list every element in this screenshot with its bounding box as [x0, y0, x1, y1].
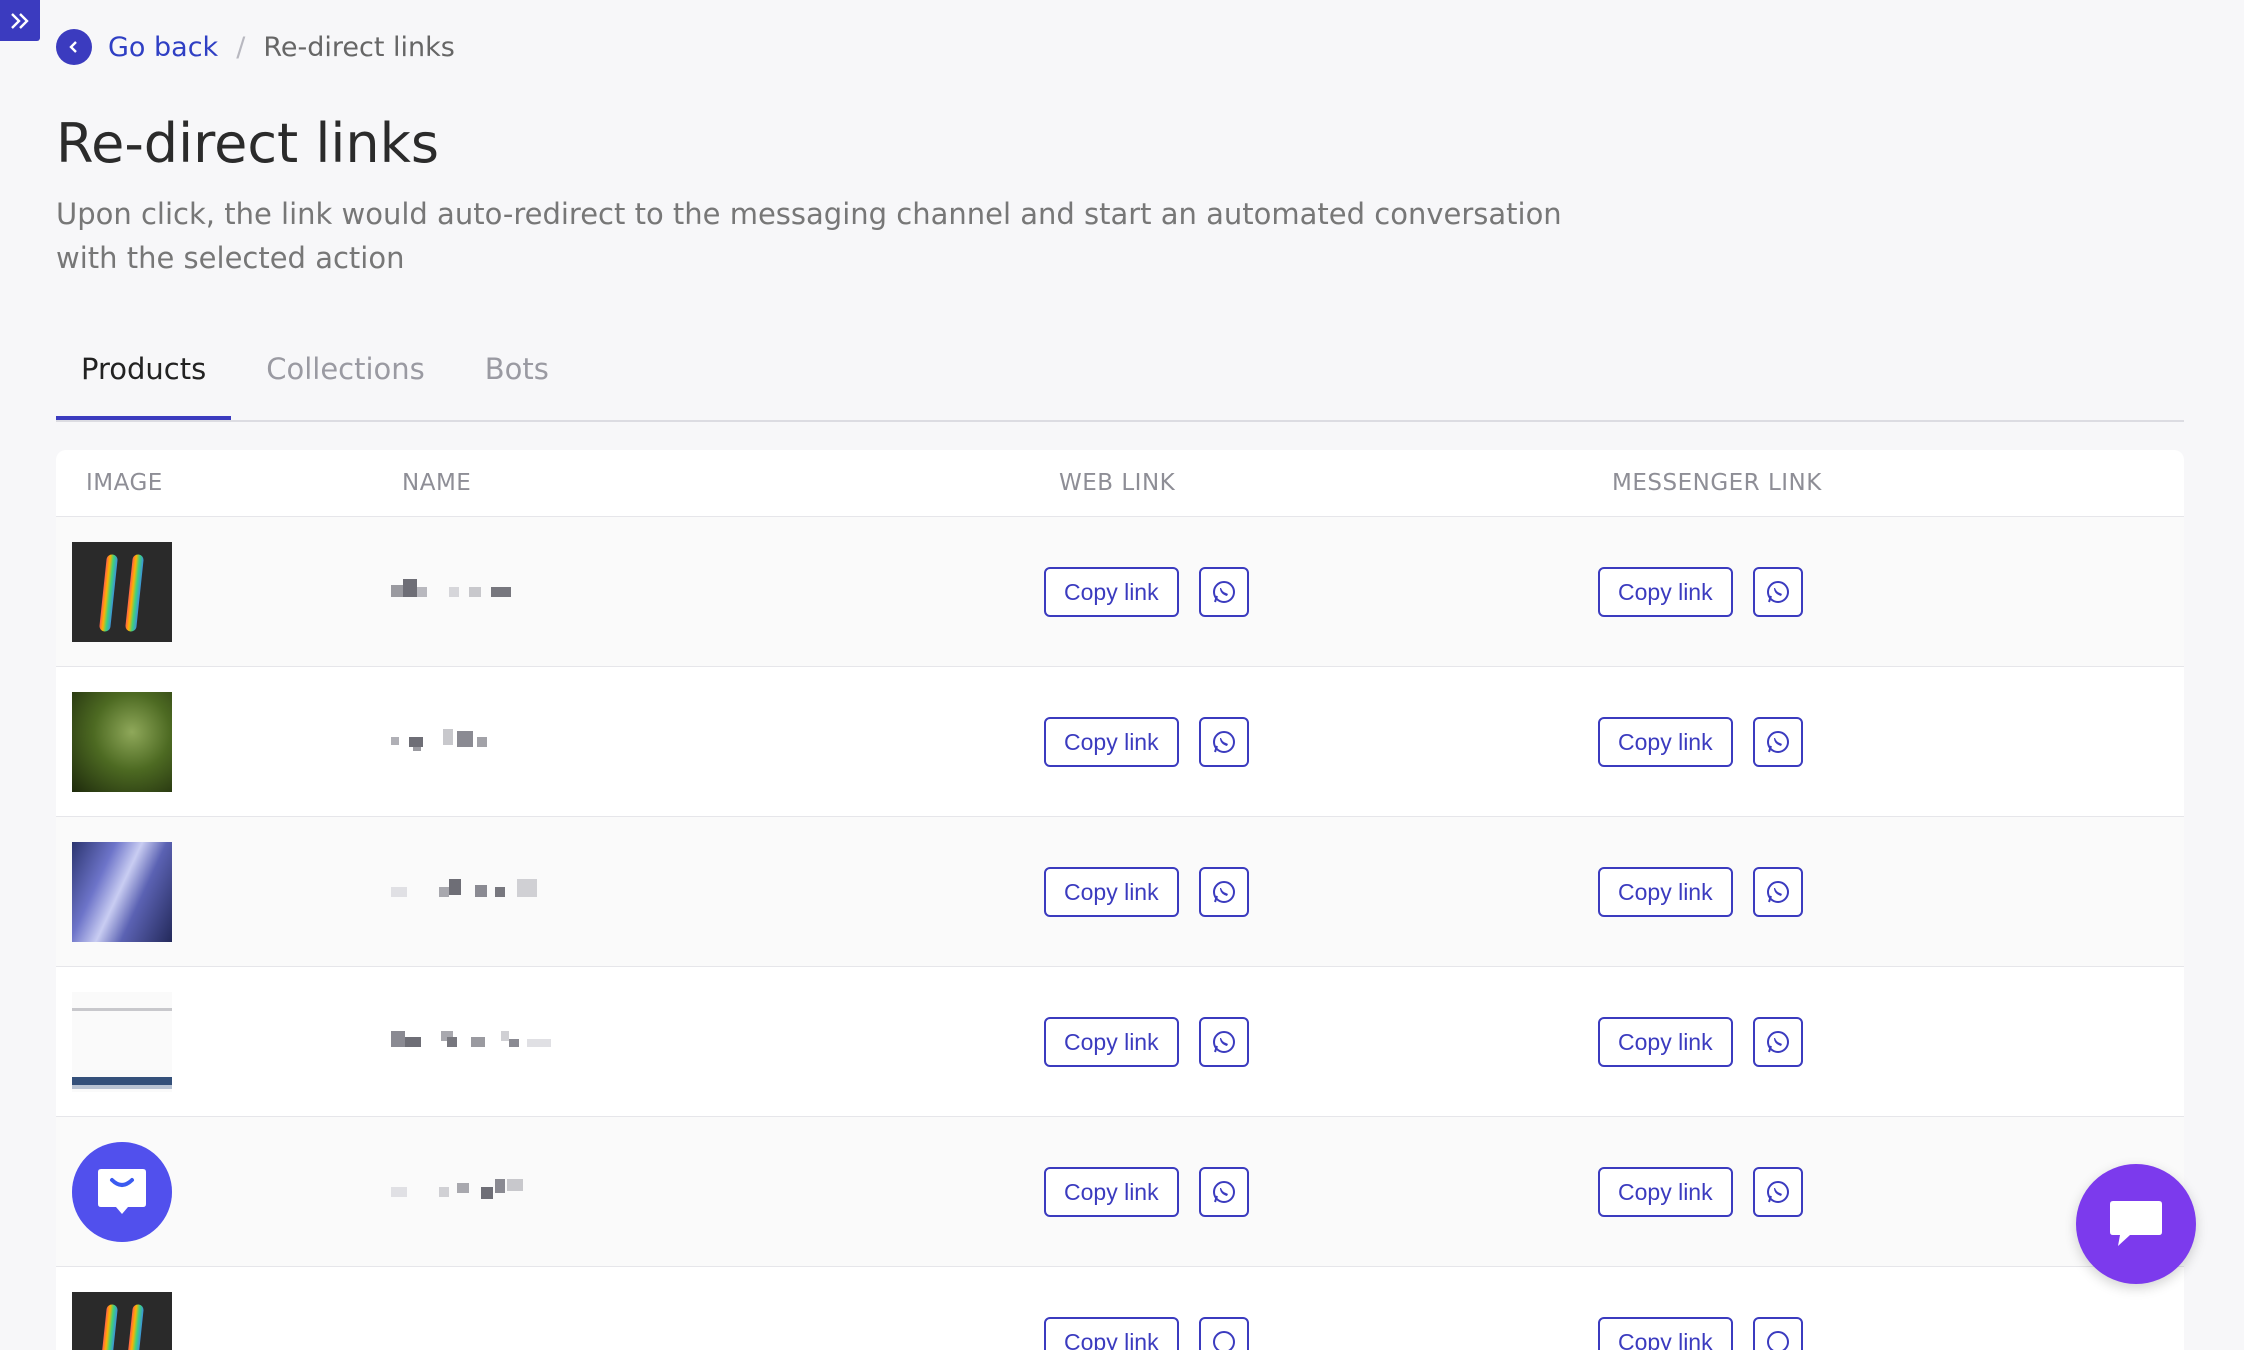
- go-back-link[interactable]: Go back: [108, 32, 218, 63]
- web-copy-link-button[interactable]: Copy link: [1044, 1017, 1179, 1067]
- back-arrow-icon[interactable]: [56, 29, 92, 65]
- breadcrumb: Go back / Re-direct links: [56, 28, 455, 66]
- header-image: IMAGE: [86, 470, 163, 496]
- sidebar-expand-button[interactable]: [0, 0, 40, 41]
- product-name-blurred: [391, 1029, 631, 1051]
- product-name-blurred: [391, 879, 631, 901]
- web-copy-link-button[interactable]: Copy link: [1044, 1317, 1179, 1350]
- messenger-copy-link-button[interactable]: Copy link: [1598, 717, 1733, 767]
- messenger-whatsapp-button[interactable]: [1753, 567, 1803, 617]
- page-title: Re-direct links: [56, 112, 439, 175]
- whatsapp-icon: [1767, 1031, 1789, 1053]
- tab-bar: Products Collections Bots: [56, 340, 2184, 422]
- product-name-blurred: [391, 579, 631, 601]
- product-image: [72, 992, 172, 1092]
- tab-products[interactable]: Products: [56, 340, 232, 420]
- tab-collections[interactable]: Collections: [231, 340, 450, 406]
- product-image: [72, 692, 172, 792]
- product-image: [72, 842, 172, 942]
- products-table: IMAGE NAME WEB LINK MESSENGER LINK Copy …: [56, 450, 2184, 1350]
- web-whatsapp-button[interactable]: [1199, 1167, 1249, 1217]
- messenger-copy-link-button[interactable]: Copy link: [1598, 1317, 1733, 1350]
- messenger-whatsapp-button[interactable]: [1753, 867, 1803, 917]
- web-whatsapp-button[interactable]: [1199, 1317, 1249, 1350]
- web-whatsapp-button[interactable]: [1199, 717, 1249, 767]
- table-row: Copy link Copy link: [56, 967, 2184, 1117]
- messenger-whatsapp-button[interactable]: [1753, 1317, 1803, 1350]
- messenger-copy-link-button[interactable]: Copy link: [1598, 1017, 1733, 1067]
- web-copy-link-button[interactable]: Copy link: [1044, 1167, 1179, 1217]
- chat-launcher-button[interactable]: [2076, 1164, 2196, 1284]
- web-whatsapp-button[interactable]: [1199, 567, 1249, 617]
- table-row: Copy link Copy link: [56, 667, 2184, 817]
- whatsapp-icon: [1213, 731, 1235, 753]
- whatsapp-icon: [1767, 731, 1789, 753]
- web-copy-link-button[interactable]: Copy link: [1044, 567, 1179, 617]
- messenger-copy-link-button[interactable]: Copy link: [1598, 567, 1733, 617]
- page-description: Upon click, the link would auto-redirect…: [56, 197, 1562, 275]
- whatsapp-icon: [1213, 581, 1235, 603]
- header-web-link: WEB LINK: [1059, 470, 1176, 496]
- chat-bubble-icon: [2110, 1201, 2162, 1246]
- whatsapp-icon: [1767, 581, 1789, 603]
- breadcrumb-separator: /: [236, 31, 246, 63]
- whatsapp-icon: [1213, 881, 1235, 903]
- table-header: IMAGE NAME WEB LINK MESSENGER LINK: [56, 450, 2184, 517]
- whatsapp-icon: [1767, 1181, 1789, 1203]
- product-image: [72, 1292, 172, 1350]
- messenger-whatsapp-button[interactable]: [1753, 717, 1803, 767]
- web-copy-link-button[interactable]: Copy link: [1044, 717, 1179, 767]
- whatsapp-icon: [1767, 1331, 1789, 1350]
- table-row: Copy link Copy link: [56, 517, 2184, 667]
- table-row: Copy link Copy link: [56, 817, 2184, 967]
- double-chevron-right-icon: [11, 12, 29, 29]
- messenger-whatsapp-button[interactable]: [1753, 1017, 1803, 1067]
- breadcrumb-current: Re-direct links: [263, 31, 455, 63]
- whatsapp-icon: [1213, 1031, 1235, 1053]
- web-copy-link-button[interactable]: Copy link: [1044, 867, 1179, 917]
- tab-bots[interactable]: Bots: [450, 340, 574, 406]
- product-image: [72, 1142, 172, 1242]
- messenger-copy-link-button[interactable]: Copy link: [1598, 867, 1733, 917]
- table-row: Copy link Copy link: [56, 1267, 2184, 1350]
- whatsapp-icon: [1767, 881, 1789, 903]
- web-whatsapp-button[interactable]: [1199, 1017, 1249, 1067]
- table-row: Copy link Copy link: [56, 1117, 2184, 1267]
- whatsapp-icon: [1213, 1331, 1235, 1350]
- product-name-blurred: [391, 729, 631, 751]
- product-name-blurred: [391, 1179, 631, 1201]
- whatsapp-icon: [1213, 1181, 1235, 1203]
- product-image: [72, 542, 172, 642]
- header-messenger-link: MESSENGER LINK: [1612, 470, 1822, 496]
- messenger-copy-link-button[interactable]: Copy link: [1598, 1167, 1733, 1217]
- web-whatsapp-button[interactable]: [1199, 867, 1249, 917]
- messenger-whatsapp-button[interactable]: [1753, 1167, 1803, 1217]
- header-name: NAME: [402, 470, 472, 496]
